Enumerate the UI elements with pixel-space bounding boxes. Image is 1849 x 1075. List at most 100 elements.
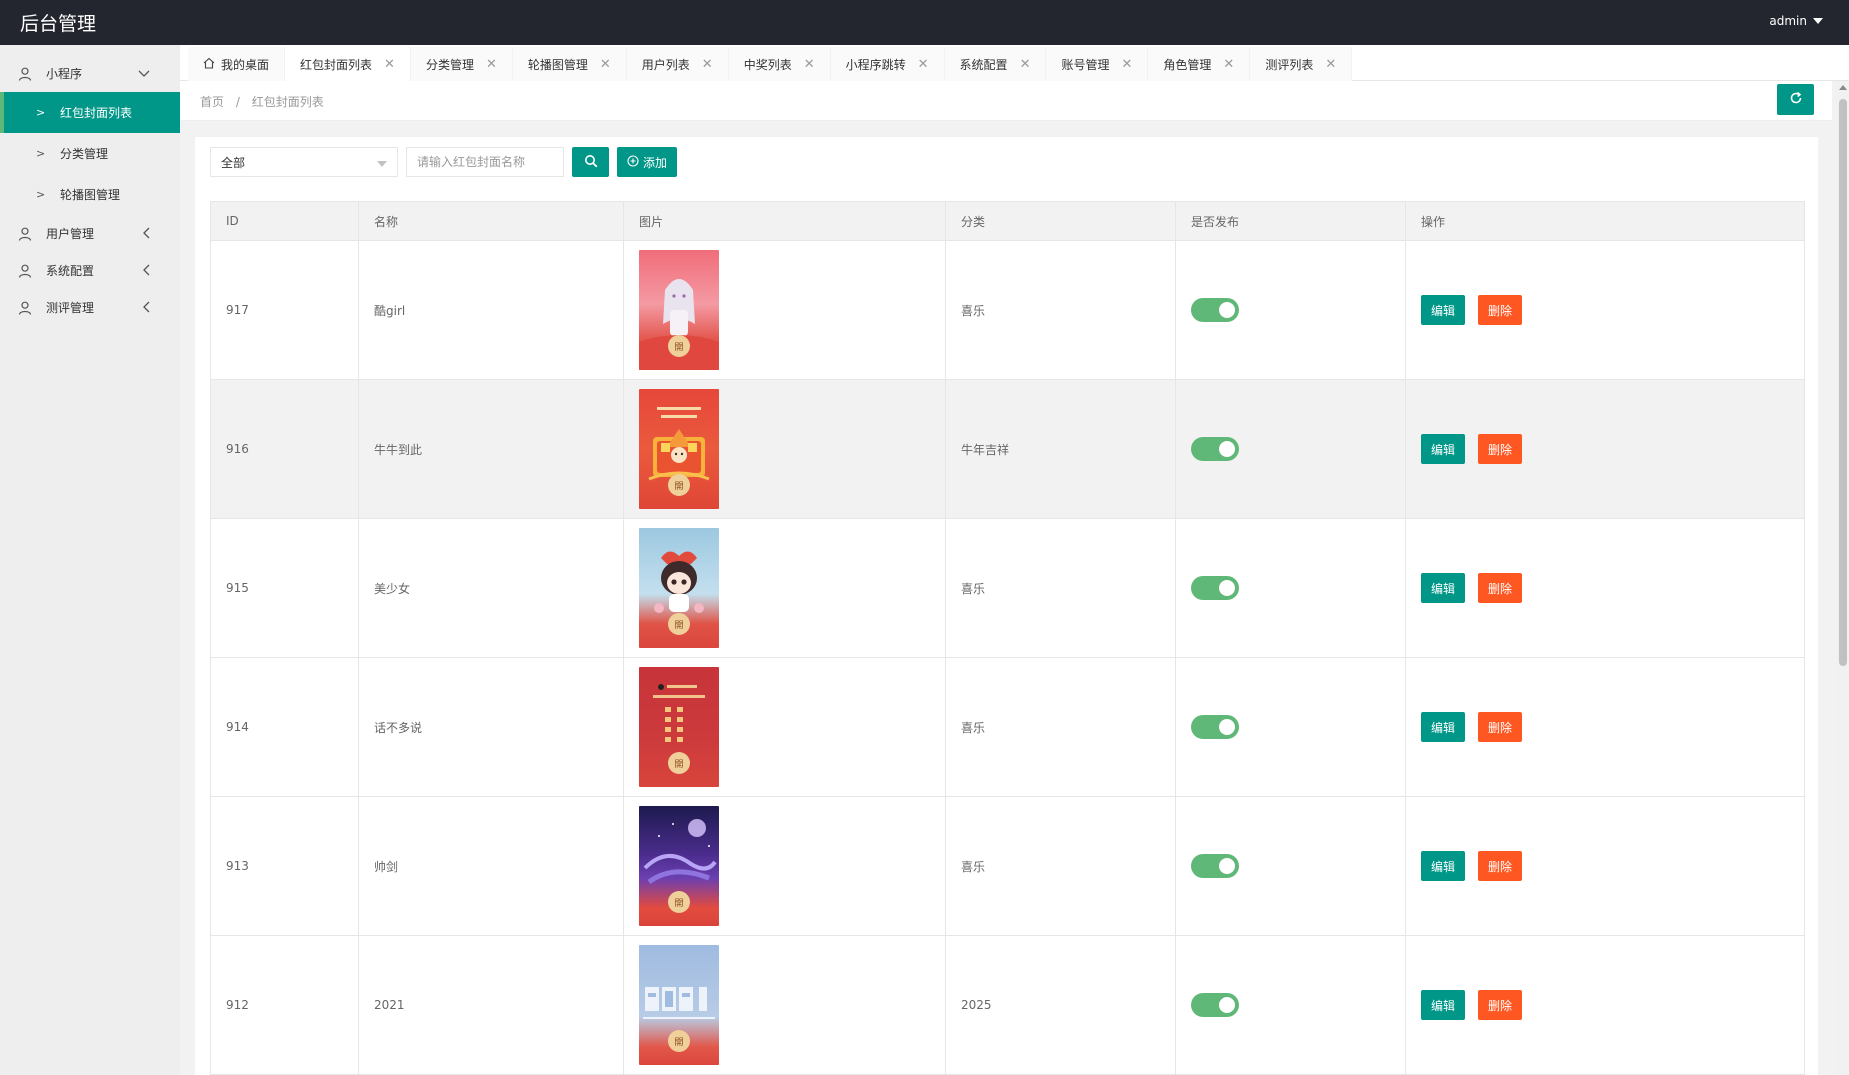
table-row: 916 牛牛到此 開 牛年吉祥 编辑 删除	[210, 379, 1805, 519]
cell-actions: 编辑 删除	[1405, 657, 1805, 797]
cell-published	[1175, 935, 1406, 1075]
toggle-knob	[1219, 441, 1235, 457]
cell-id: 912	[210, 935, 359, 1075]
user-icon	[18, 227, 32, 241]
edit-button[interactable]: 编辑	[1421, 295, 1466, 325]
search-input[interactable]	[406, 147, 564, 177]
cell-id: 913	[210, 796, 359, 936]
sidebar-item-category[interactable]: > 分类管理	[0, 133, 180, 174]
tab-account[interactable]: 账号管理 ✕	[1046, 47, 1149, 81]
sidebar-group-label: 测评管理	[46, 301, 95, 315]
cover-thumbnail: 開	[639, 389, 719, 509]
delete-button[interactable]: 删除	[1478, 851, 1523, 881]
tab-redpacket-cover-list[interactable]: 红包封面列表 ✕	[285, 47, 411, 81]
sidebar-group-label: 小程序	[46, 67, 83, 81]
close-icon[interactable]: ✕	[1020, 57, 1031, 72]
cell-category: 喜乐	[945, 240, 1176, 380]
breadcrumb-home[interactable]: 首页	[200, 95, 224, 109]
close-icon[interactable]: ✕	[486, 57, 497, 72]
breadcrumb: 首页 / 红包封面列表	[200, 93, 324, 110]
close-icon[interactable]: ✕	[384, 57, 395, 72]
sidebar-group-users[interactable]: 用户管理	[0, 215, 180, 252]
close-icon[interactable]: ✕	[918, 57, 929, 72]
tab-desktop[interactable]: 我的桌面	[188, 47, 286, 81]
delete-button[interactable]: 删除	[1478, 573, 1523, 603]
cover-thumbnail: 開	[639, 250, 719, 370]
table-row: 915 美少女 開 喜乐 编辑 删除	[210, 518, 1805, 658]
publish-toggle[interactable]	[1191, 715, 1239, 739]
publish-toggle[interactable]	[1191, 298, 1239, 322]
sidebar-item-redpacket-cover-list[interactable]: > 红包封面列表	[0, 92, 180, 133]
publish-toggle[interactable]	[1191, 854, 1239, 878]
edit-button[interactable]: 编辑	[1421, 573, 1466, 603]
tab-label: 我的桌面	[221, 57, 270, 72]
tab-list: 我的桌面 红包封面列表 ✕ 分类管理 ✕ 轮播图管理 ✕ 用户列表 ✕ 中奖列表…	[188, 47, 1353, 81]
user-menu[interactable]: admin	[1769, 14, 1823, 28]
tab-label: 角色管理	[1163, 57, 1212, 72]
column-header-id: ID	[210, 201, 359, 241]
delete-button[interactable]: 删除	[1478, 990, 1523, 1020]
publish-toggle[interactable]	[1191, 993, 1239, 1017]
delete-button[interactable]: 删除	[1478, 434, 1523, 464]
scroll-up-icon[interactable]	[1839, 85, 1847, 90]
column-header-published: 是否发布	[1175, 201, 1406, 241]
cell-published	[1175, 518, 1406, 658]
cell-id: 916	[210, 379, 359, 519]
tab-system-config[interactable]: 系统配置 ✕	[944, 47, 1047, 81]
delete-button[interactable]: 删除	[1478, 712, 1523, 742]
tab-role[interactable]: 角色管理 ✕	[1148, 47, 1251, 81]
open-glyph: 開	[668, 474, 690, 496]
close-icon[interactable]: ✕	[702, 57, 713, 72]
sidebar-group-evaluation[interactable]: 测评管理	[0, 289, 180, 326]
cell-category: 2025	[945, 935, 1176, 1075]
tab-category[interactable]: 分类管理 ✕	[410, 47, 513, 81]
column-header-category: 分类	[945, 201, 1176, 241]
search-button[interactable]	[572, 147, 609, 177]
tab-label: 分类管理	[425, 57, 474, 72]
cell-name: 2021	[358, 935, 624, 1075]
sidebar: 小程序 > 红包封面列表 > 分类管理 > 轮播图管理 用户管理 系统配置 测评…	[0, 45, 180, 1075]
sidebar-group-label: 用户管理	[46, 227, 95, 241]
tab-label: 测评列表	[1265, 57, 1314, 72]
add-button[interactable]: 添加	[617, 147, 678, 177]
table-row: 912 2021 開 2025 编辑 删除	[210, 935, 1805, 1075]
toggle-knob	[1219, 302, 1235, 318]
scrollbar-thumb[interactable]	[1839, 99, 1847, 666]
edit-button[interactable]: 编辑	[1421, 851, 1466, 881]
open-glyph: 開	[668, 613, 690, 635]
edit-button[interactable]: 编辑	[1421, 434, 1466, 464]
sidebar-group-system[interactable]: 系统配置	[0, 252, 180, 289]
page-scrollbar[interactable]	[1836, 81, 1849, 1075]
toggle-knob	[1219, 719, 1235, 735]
sidebar-group-miniprogram[interactable]: 小程序	[0, 55, 180, 92]
sidebar-item-carousel[interactable]: > 轮播图管理	[0, 174, 180, 215]
close-icon[interactable]: ✕	[1223, 57, 1234, 72]
user-icon	[18, 301, 32, 315]
edit-button[interactable]: 编辑	[1421, 990, 1466, 1020]
close-icon[interactable]: ✕	[1121, 57, 1132, 72]
close-icon[interactable]: ✕	[600, 57, 611, 72]
cover-thumbnail: 開	[639, 528, 719, 648]
publish-toggle[interactable]	[1191, 576, 1239, 600]
publish-toggle[interactable]	[1191, 437, 1239, 461]
tab-label: 系统配置	[959, 57, 1008, 72]
refresh-button[interactable]	[1777, 84, 1814, 115]
tab-user-list[interactable]: 用户列表 ✕	[626, 47, 729, 81]
close-icon[interactable]: ✕	[804, 57, 815, 72]
tab-miniprogram-jump[interactable]: 小程序跳转 ✕	[830, 47, 945, 81]
cell-published	[1175, 657, 1406, 797]
edit-button[interactable]: 编辑	[1421, 712, 1466, 742]
tab-label: 中奖列表	[743, 57, 792, 72]
tab-evaluation-list[interactable]: 测评列表 ✕	[1250, 47, 1353, 81]
chevron-right-icon: >	[36, 106, 46, 119]
breadcrumb-bar: 首页 / 红包封面列表	[180, 81, 1832, 121]
cell-name: 帅剑	[358, 796, 624, 936]
close-icon[interactable]: ✕	[1325, 57, 1336, 72]
category-select[interactable]: 全部	[210, 147, 398, 177]
table-row: 913 帅剑 開 喜乐 编辑 删除	[210, 796, 1805, 936]
app-title: 后台管理	[20, 13, 97, 35]
tab-winner-list[interactable]: 中奖列表 ✕	[728, 47, 831, 81]
tabs-bar: 我的桌面 红包封面列表 ✕ 分类管理 ✕ 轮播图管理 ✕ 用户列表 ✕ 中奖列表…	[180, 45, 1849, 81]
tab-carousel[interactable]: 轮播图管理 ✕	[512, 47, 627, 81]
delete-button[interactable]: 删除	[1478, 295, 1523, 325]
